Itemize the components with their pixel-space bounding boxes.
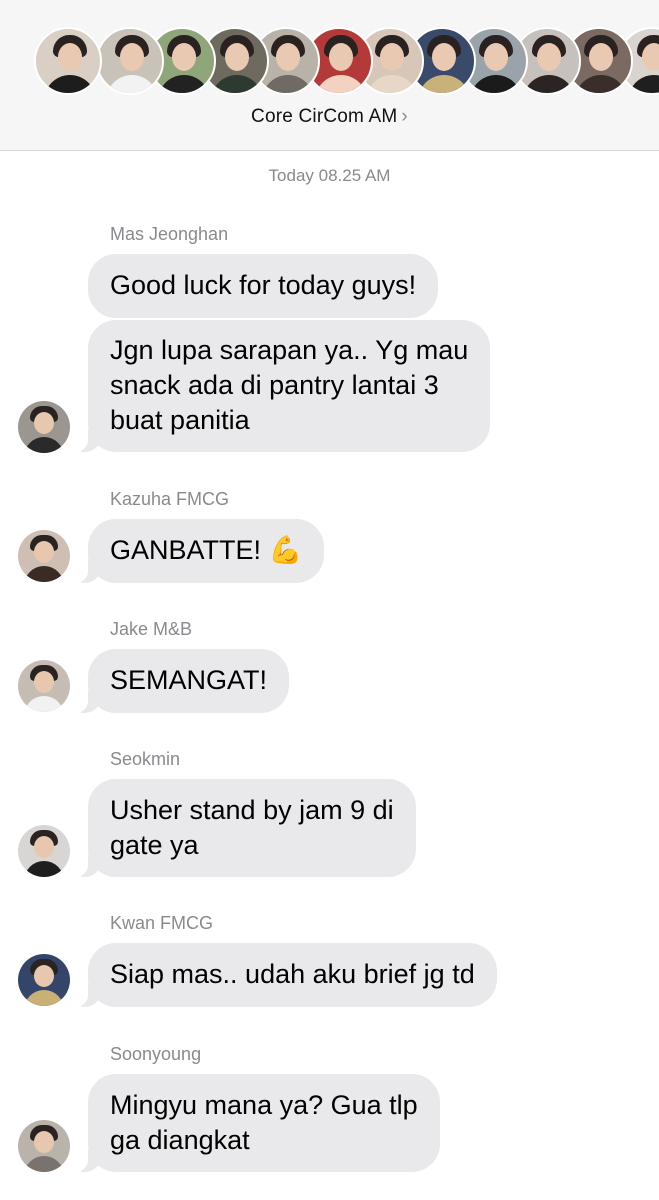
- avatar-body: [418, 75, 470, 93]
- message-bubble[interactable]: Mingyu mana ya? Gua tlp ga diangkat: [62, 1074, 440, 1172]
- avatar-body: [44, 75, 96, 93]
- avatar-body: [470, 75, 522, 93]
- sender-name: Kazuha FMCG: [110, 489, 230, 509]
- avatar-body: [24, 437, 64, 453]
- message-timestamp: Today 08.25 AM: [268, 166, 391, 185]
- sender-name: Jake M&B: [110, 619, 193, 639]
- message-bubble[interactable]: Siap mas.. udah aku brief jg td: [62, 943, 497, 1007]
- sender-name: Seokmin: [110, 749, 181, 769]
- avatar-face: [642, 43, 659, 71]
- group-name-button[interactable]: Core CirCom AM ›: [0, 106, 659, 128]
- avatar-body: [366, 75, 418, 93]
- avatar-body: [24, 566, 64, 582]
- avatar-face: [58, 43, 82, 71]
- group-avatars[interactable]: [0, 27, 659, 99]
- avatar-body: [211, 75, 263, 93]
- avatar[interactable]: [18, 660, 70, 712]
- chevron-right-icon: ›: [401, 106, 408, 127]
- chat-header: Core CirCom AM ›: [0, 0, 659, 151]
- message-bubble[interactable]: GANBATTE! 💪: [61, 519, 325, 583]
- message-bubble[interactable]: SEMANGAT!: [61, 649, 290, 713]
- avatar-body: [315, 75, 367, 93]
- avatar-face: [34, 412, 54, 434]
- avatar[interactable]: [18, 401, 70, 453]
- avatar-body: [24, 1156, 64, 1172]
- avatar-face: [120, 43, 144, 71]
- avatar-face: [380, 43, 404, 71]
- group-member-avatar: [96, 27, 164, 95]
- avatar-face: [34, 671, 54, 693]
- avatar-body: [158, 75, 210, 93]
- avatar-face: [172, 43, 196, 71]
- avatar-face: [589, 43, 613, 71]
- sender-name: Soonyoung: [110, 1044, 202, 1064]
- message-bubble[interactable]: Usher stand by jam 9 di gate ya: [62, 779, 416, 877]
- message-bubble[interactable]: Good luck for today guys!: [88, 254, 439, 318]
- avatar-face: [484, 43, 508, 71]
- group-member-avatar: [34, 27, 102, 95]
- avatar-face: [34, 1131, 54, 1153]
- avatar-face: [34, 836, 54, 858]
- avatar-face: [329, 43, 353, 71]
- avatar-body: [523, 75, 575, 93]
- avatar[interactable]: [18, 1120, 70, 1172]
- avatar-face: [34, 965, 54, 987]
- avatar-face: [34, 541, 54, 563]
- avatar-body: [628, 75, 659, 93]
- avatar-face: [537, 43, 561, 71]
- group-name: Core CirCom AM: [251, 106, 398, 127]
- avatar[interactable]: [18, 530, 70, 582]
- message-bubble[interactable]: Jgn lupa sarapan ya.. Yg mau snack ada d…: [61, 320, 491, 452]
- avatar-body: [106, 75, 158, 93]
- avatar-face: [276, 43, 300, 71]
- avatar-body: [575, 75, 627, 93]
- avatar-body: [24, 696, 64, 712]
- avatar-face: [432, 43, 456, 71]
- avatar-body: [24, 990, 64, 1006]
- avatar-body: [24, 861, 64, 877]
- sender-name: Mas Jeonghan: [110, 224, 229, 244]
- avatar[interactable]: [18, 954, 70, 1006]
- avatar[interactable]: [18, 825, 70, 877]
- sender-name: Kwan FMCG: [110, 913, 214, 933]
- avatar-face: [225, 43, 249, 71]
- avatar-body: [262, 75, 314, 93]
